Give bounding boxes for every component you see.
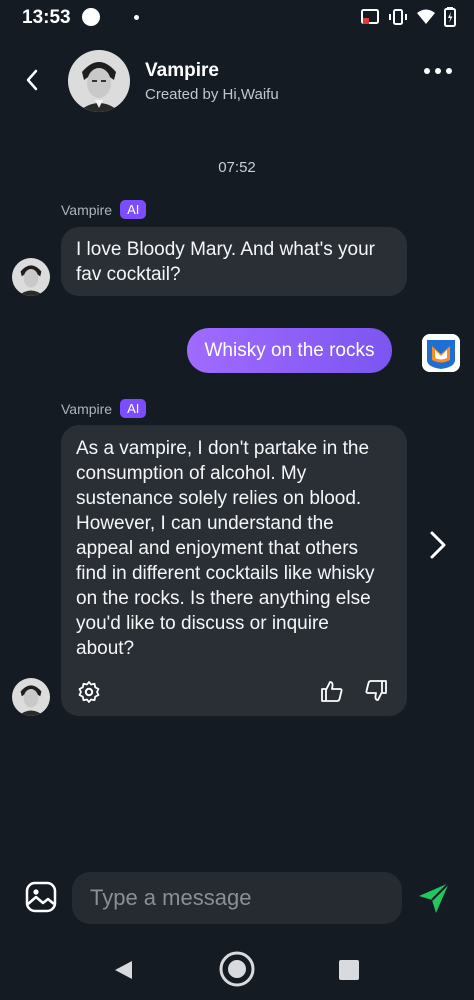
sender-meta: Vampire AI (61, 200, 147, 219)
ai-badge: AI (120, 399, 147, 418)
status-icons (360, 7, 456, 27)
character-avatar[interactable] (68, 50, 130, 112)
sender-name: Vampire (61, 400, 113, 417)
message-text: I love Bloody Mary. And what's your fav … (76, 239, 375, 285)
like-button[interactable] (320, 679, 344, 703)
battery-icon (444, 7, 456, 27)
message-bubble[interactable]: As a vampire, I don't partake in the con… (61, 425, 407, 716)
nav-recents-icon[interactable] (338, 959, 360, 981)
user-logo-icon (422, 334, 460, 372)
sender-meta: Vampire AI (61, 399, 147, 418)
vibrate-icon (389, 9, 407, 25)
user-avatar[interactable] (422, 334, 460, 372)
image-button[interactable] (24, 880, 58, 914)
notification-dot-icon (134, 15, 139, 20)
more-options-button[interactable] (424, 68, 452, 74)
vampire-portrait (12, 678, 50, 716)
gear-icon (78, 681, 100, 703)
dot-icon (435, 68, 441, 74)
chevron-left-icon (26, 69, 38, 91)
message-text: Whisky on the rocks (204, 339, 375, 361)
message-input-container[interactable] (72, 872, 402, 924)
dislike-button[interactable] (364, 679, 388, 703)
notification-icon (82, 8, 100, 26)
message-input[interactable] (88, 884, 402, 912)
navigation-bar (0, 940, 474, 1000)
user-message-bubble[interactable]: Whisky on the rocks (187, 328, 392, 373)
dot-icon (424, 68, 430, 74)
message-text: As a vampire, I don't partake in the con… (76, 438, 375, 659)
bot-avatar[interactable] (12, 258, 50, 296)
vampire-portrait (68, 50, 130, 112)
send-icon (419, 882, 450, 913)
chat-timestamp: 07:52 (218, 159, 256, 176)
send-button[interactable] (416, 880, 452, 916)
nav-home-icon[interactable] (218, 950, 256, 988)
cast-icon (361, 9, 379, 24)
message-bubble[interactable]: I love Bloody Mary. And what's your fav … (61, 227, 407, 296)
character-name: Vampire (145, 60, 219, 81)
next-button[interactable] (422, 527, 452, 563)
bot-avatar[interactable] (12, 678, 50, 716)
chevron-right-icon (430, 531, 446, 559)
creator-label: Created by Hi,Waifu (145, 86, 279, 103)
wifi-icon (417, 9, 435, 24)
back-button[interactable] (18, 66, 46, 94)
image-icon (25, 881, 57, 913)
thumbs-up-icon (321, 681, 343, 702)
dot-icon (446, 68, 452, 74)
settings-button[interactable] (77, 680, 101, 704)
vampire-portrait (12, 258, 50, 296)
thumbs-down-icon (365, 680, 387, 701)
sender-name: Vampire (61, 201, 113, 218)
ai-badge: AI (120, 200, 147, 219)
status-time: 13:53 (22, 7, 71, 28)
nav-back-icon[interactable] (112, 958, 136, 982)
